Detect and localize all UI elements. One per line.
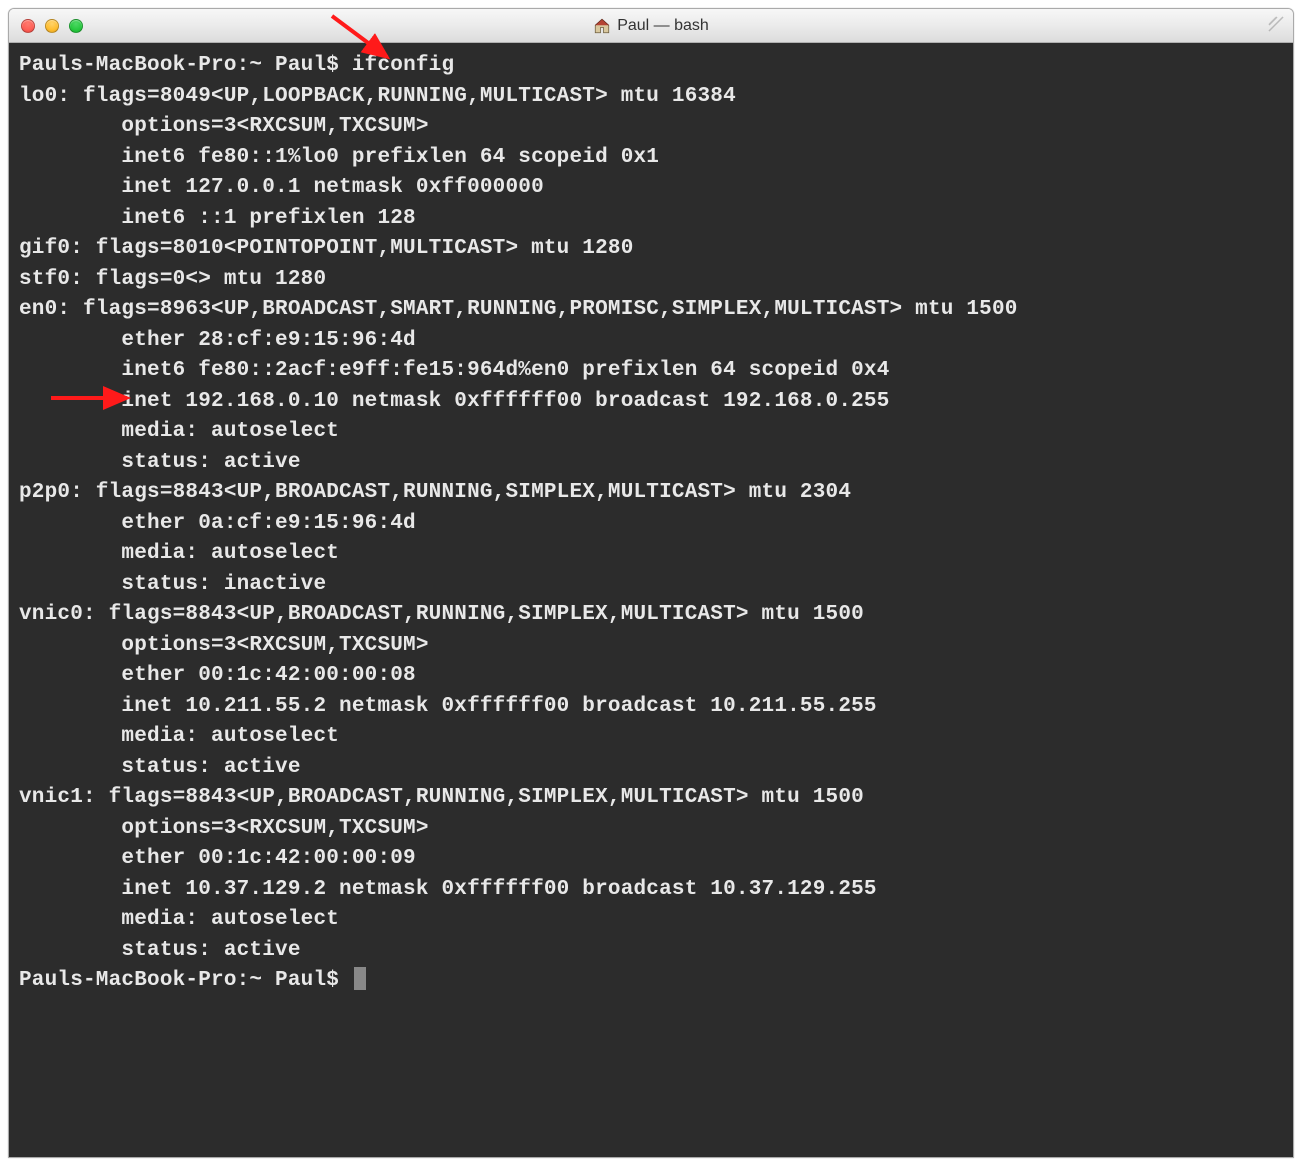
resize-grip-icon[interactable]	[1267, 15, 1287, 35]
window-titlebar[interactable]: Paul — bash	[9, 9, 1293, 43]
terminal-window: Paul — bash Pauls-MacBook-Pro:~ Paul$ if…	[8, 8, 1294, 1158]
home-icon	[593, 17, 611, 35]
cursor	[354, 967, 366, 990]
terminal-body[interactable]: Pauls-MacBook-Pro:~ Paul$ ifconfig lo0: …	[9, 43, 1293, 1157]
zoom-button[interactable]	[69, 19, 83, 33]
prompt-text-2: Pauls-MacBook-Pro:~ Paul$	[19, 969, 352, 992]
window-controls	[9, 19, 83, 33]
window-title: Paul — bash	[9, 17, 1293, 35]
prompt-line-1: Pauls-MacBook-Pro:~ Paul$ ifconfig	[19, 54, 454, 77]
command-text: ifconfig	[352, 54, 454, 77]
prompt-line-2: Pauls-MacBook-Pro:~ Paul$	[19, 969, 366, 992]
terminal-output: lo0: flags=8049<UP,LOOPBACK,RUNNING,MULT…	[19, 85, 1018, 962]
minimize-button[interactable]	[45, 19, 59, 33]
close-button[interactable]	[21, 19, 35, 33]
window-title-text: Paul — bash	[617, 17, 709, 35]
prompt-text: Pauls-MacBook-Pro:~ Paul$	[19, 54, 352, 77]
